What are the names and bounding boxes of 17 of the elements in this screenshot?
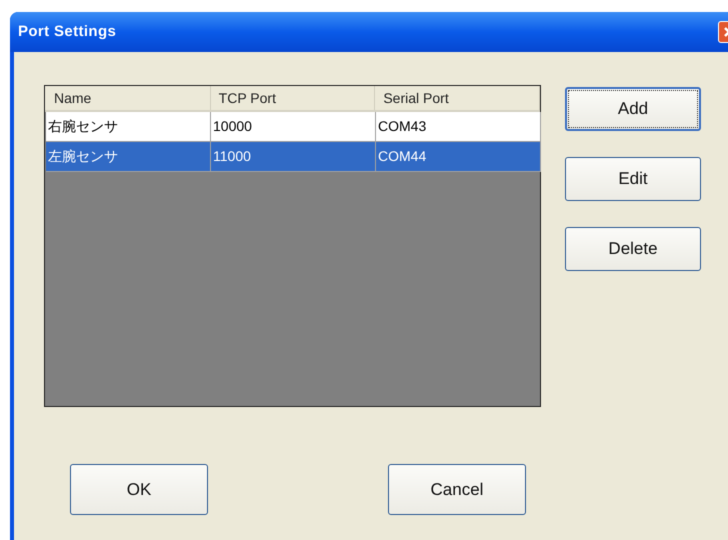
table-cell: 左腕センサ (46, 142, 211, 171)
table-cell: 11000 (211, 142, 376, 171)
button[interactable]: Add (565, 87, 701, 131)
column-header[interactable]: TCP Port (210, 86, 376, 110)
button[interactable]: OK (70, 464, 208, 515)
table-cell: COM44 (376, 142, 541, 171)
button[interactable]: Delete (565, 227, 701, 271)
table-row[interactable]: 左腕センサ 11000 COM44 (46, 142, 541, 172)
column-header[interactable]: Name (46, 86, 211, 110)
button[interactable]: Cancel (388, 464, 526, 515)
table-cell: COM43 (376, 112, 541, 141)
table-cell: 右腕センサ (46, 112, 211, 141)
button[interactable]: Edit (565, 157, 701, 201)
column-header[interactable]: Serial Port (375, 86, 540, 110)
window-title: Port Settings (18, 22, 116, 42)
table-row[interactable]: 右腕センサ 10000 COM43 (46, 112, 541, 142)
table-cell: 10000 (211, 112, 376, 141)
